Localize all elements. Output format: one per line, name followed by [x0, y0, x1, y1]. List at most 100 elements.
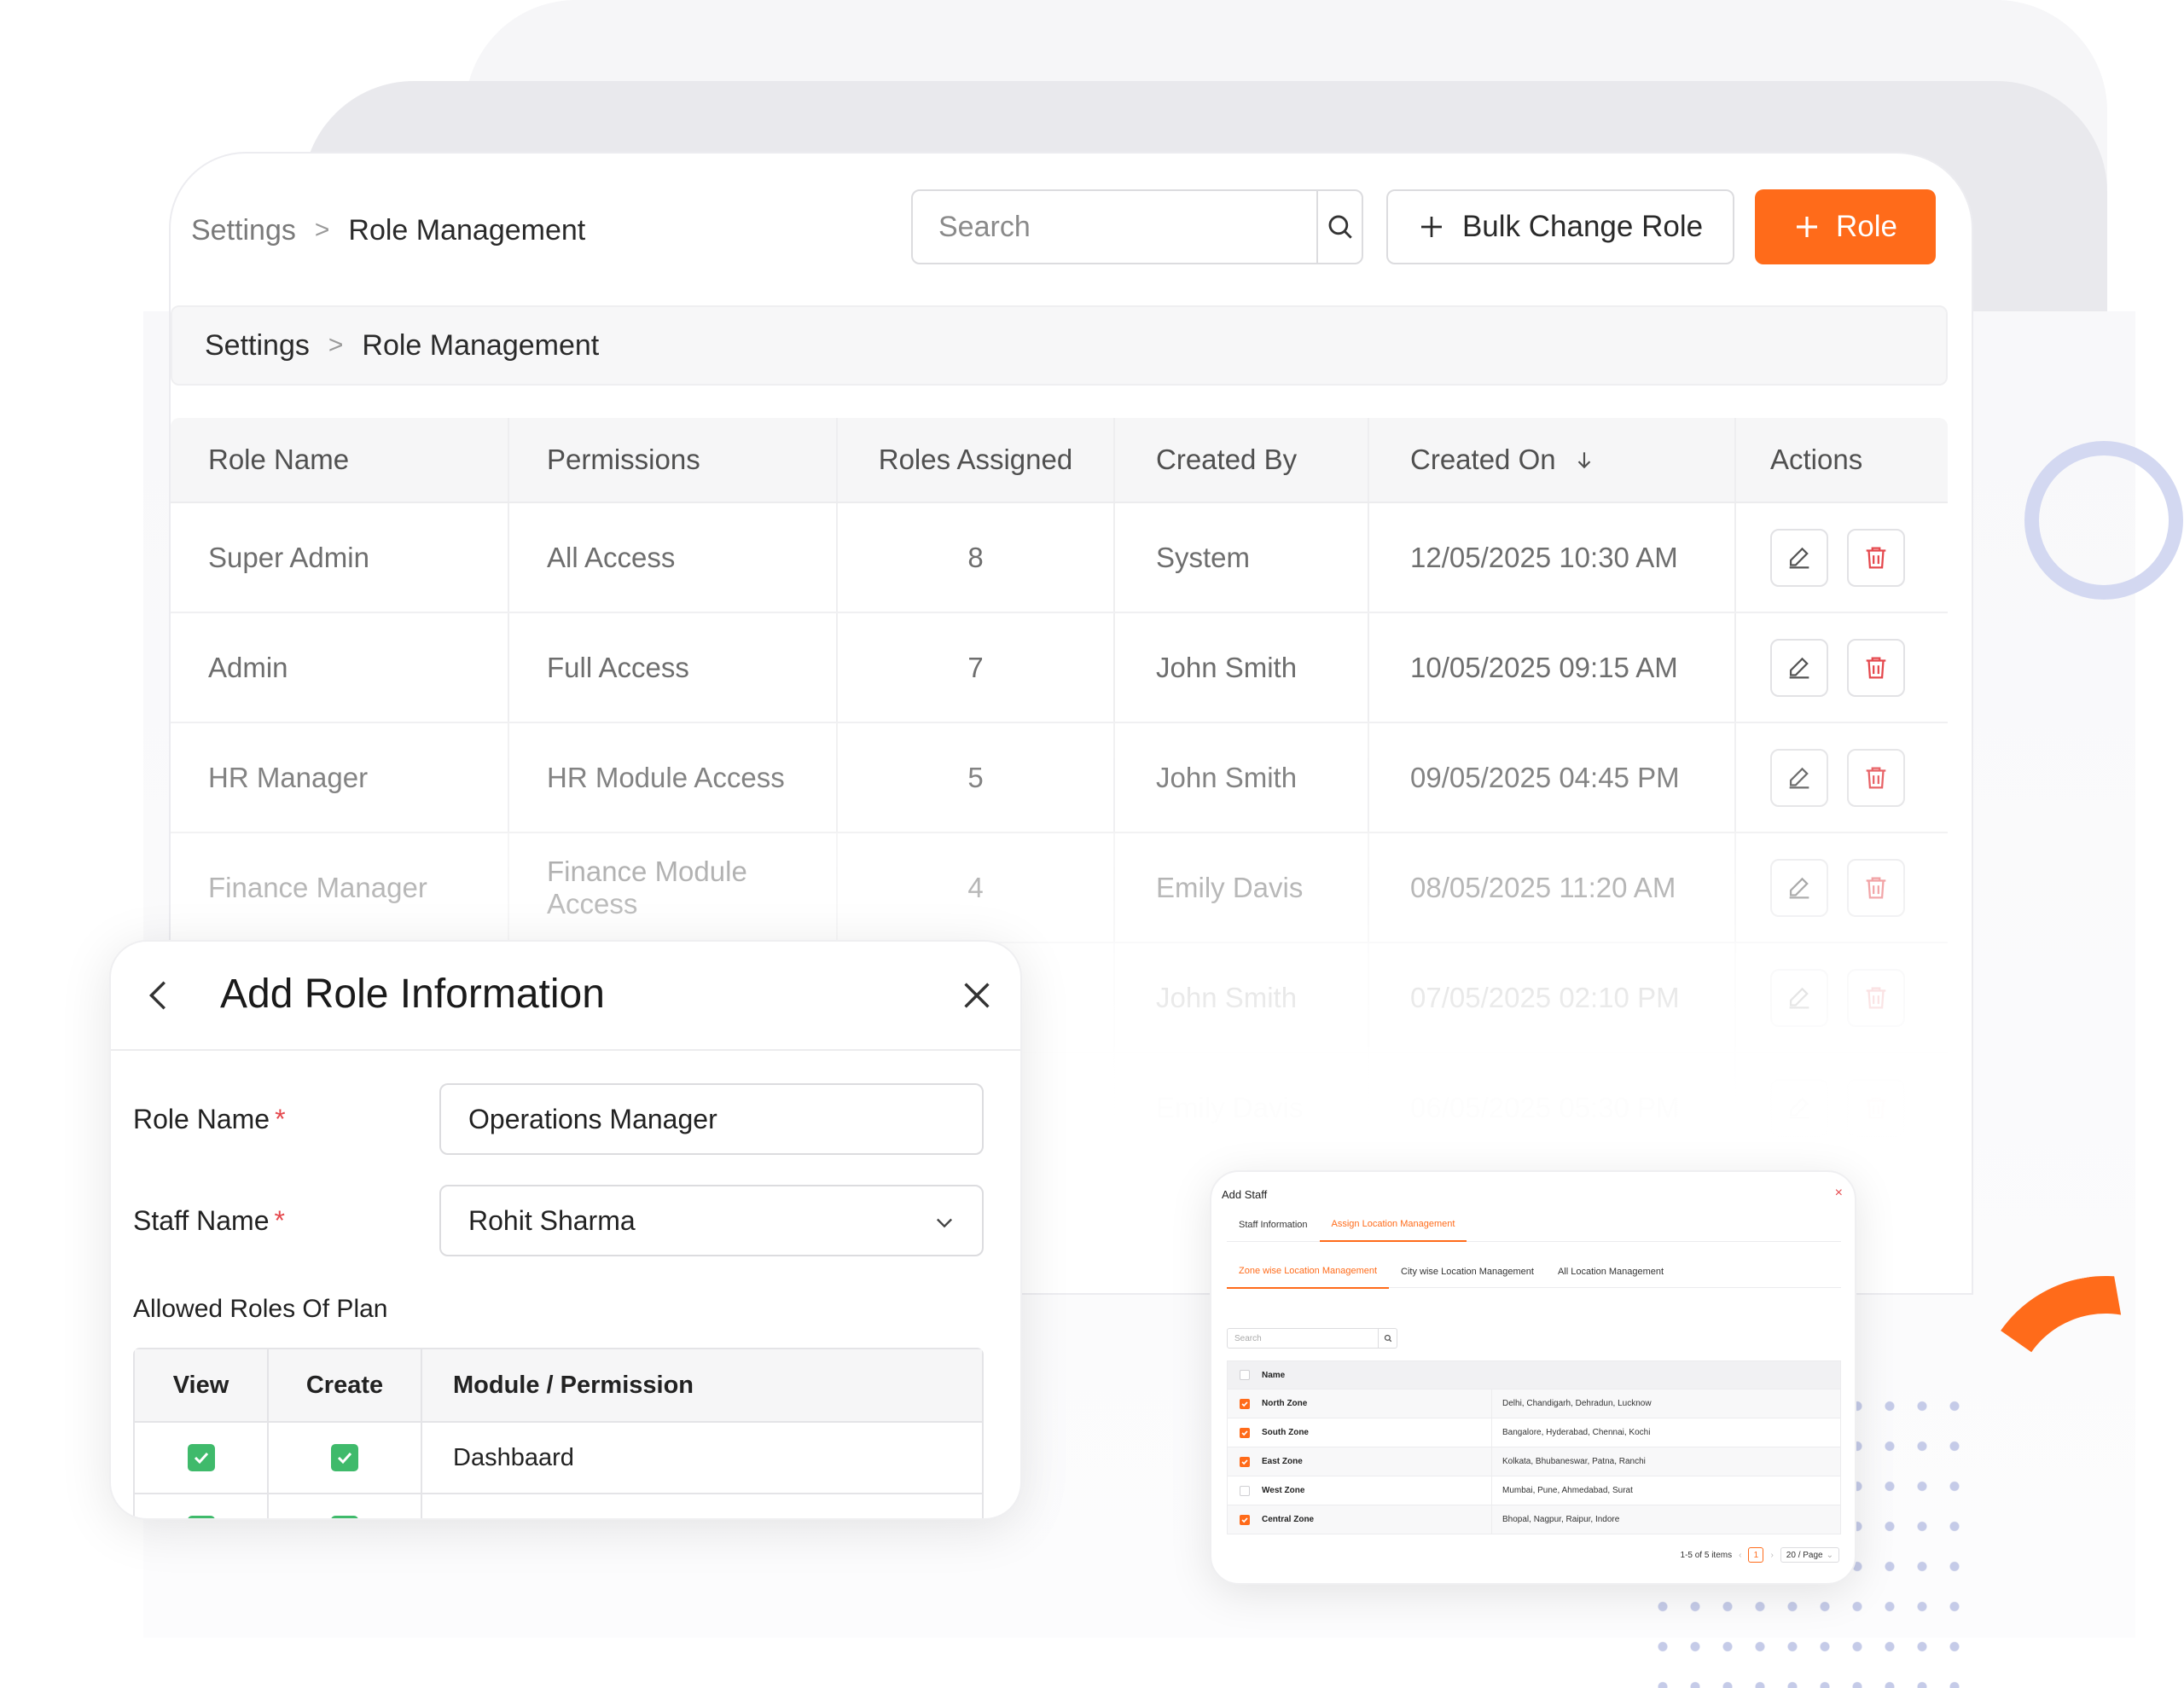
- column-view: View: [135, 1349, 269, 1421]
- search-input[interactable]: [913, 191, 1316, 263]
- create-checkbox[interactable]: [331, 1444, 358, 1471]
- zone-name: West Zone: [1262, 1476, 1492, 1505]
- table-row: HR Manager HR Module Access 5 John Smith 09/…: [171, 723, 1948, 833]
- column-actions: Actions: [1734, 418, 1948, 502]
- staff-search-box[interactable]: Search: [1227, 1328, 1397, 1349]
- table-row: Finance Manager Finance Module Access 4 Emi…: [171, 833, 1948, 943]
- breadcrumb-settings[interactable]: Settings: [191, 214, 296, 247]
- trash-icon: [1866, 547, 1886, 568]
- role-name-label: Role Name *: [133, 1083, 286, 1155]
- zone-checkbox-cell: [1228, 1514, 1262, 1525]
- zone-name: North Zone: [1262, 1389, 1492, 1418]
- created-on-cell: 07/05/2025 02:10 PM: [1368, 943, 1734, 1052]
- view-checkbox[interactable]: [187, 1516, 215, 1518]
- column-roles-assigned[interactable]: Roles Assigned: [836, 418, 1113, 502]
- pencil-icon: [1789, 877, 1809, 898]
- check-icon: [1241, 1401, 1248, 1407]
- tab-assign-location[interactable]: Assign Location Management: [1319, 1208, 1467, 1242]
- edit-button[interactable]: [1770, 1078, 1828, 1137]
- breadcrumb-settings[interactable]: Settings: [205, 329, 310, 363]
- column-created-on[interactable]: Created On: [1368, 418, 1734, 502]
- column-permissions[interactable]: Permissions: [508, 418, 836, 502]
- staff-search-button[interactable]: [1378, 1329, 1397, 1348]
- check-icon: [1241, 1459, 1248, 1465]
- zone-row: North Zone Delhi, Chandigarh, Dehradun, L…: [1228, 1389, 1840, 1418]
- edit-button[interactable]: [1770, 638, 1828, 697]
- search-box: [911, 189, 1363, 264]
- zone-name: East Zone: [1262, 1447, 1492, 1476]
- current-page[interactable]: 1: [1748, 1547, 1764, 1563]
- module-name: [422, 1494, 982, 1518]
- required-mark: *: [274, 1204, 285, 1236]
- create-checkbox[interactable]: [331, 1516, 358, 1518]
- tab-staff-information[interactable]: Staff Information: [1227, 1208, 1320, 1242]
- role-name-cell: Finance Manager: [208, 871, 427, 903]
- page-size-select[interactable]: 20 / Page ⌄: [1780, 1547, 1839, 1563]
- created-by-cell: Emily Davis: [1113, 833, 1368, 942]
- add-role-button[interactable]: Role: [1755, 189, 1936, 264]
- zone-checkbox[interactable]: [1240, 1398, 1250, 1409]
- prev-page-icon[interactable]: ‹: [1739, 1551, 1741, 1560]
- zone-checkbox[interactable]: [1240, 1427, 1250, 1438]
- close-icon: [964, 983, 990, 1008]
- zone-row: West Zone Mumbai, Pune, Ahmedabad, Surat: [1228, 1476, 1840, 1505]
- delete-button[interactable]: [1847, 528, 1905, 587]
- trash-icon: [1866, 877, 1886, 898]
- trash-icon: [1866, 657, 1886, 678]
- column-role-name[interactable]: Role Name: [171, 418, 508, 502]
- breadcrumb-separator: >: [314, 216, 330, 244]
- delete-button[interactable]: [1847, 858, 1905, 917]
- select-all-checkbox[interactable]: [1240, 1370, 1250, 1380]
- search-icon: [1328, 215, 1352, 239]
- bulk-change-role-button[interactable]: Bulk Change Role: [1386, 189, 1734, 264]
- pencil-icon: [1789, 767, 1809, 788]
- pencil-icon: [1789, 1097, 1809, 1118]
- permissions-cell: HR Module Access: [508, 723, 836, 832]
- role-name-cell: HR Manager: [208, 761, 369, 793]
- check-icon: [194, 1452, 208, 1465]
- back-button[interactable]: [140, 976, 179, 1019]
- column-name: Name: [1262, 1370, 1286, 1380]
- pencil-icon: [1789, 547, 1809, 568]
- zone-checkbox[interactable]: [1240, 1456, 1250, 1467]
- pencil-icon: [1789, 987, 1809, 1008]
- edit-button[interactable]: [1770, 858, 1828, 917]
- table-header: Role Name Permissions Roles Assigned Cre…: [171, 418, 1948, 503]
- next-page-icon[interactable]: ›: [1770, 1551, 1773, 1560]
- permission-row: Dashbaard: [135, 1423, 982, 1494]
- zone-checkbox[interactable]: [1240, 1514, 1250, 1525]
- staff-search-placeholder: Search: [1234, 1333, 1262, 1343]
- required-mark: *: [275, 1103, 286, 1134]
- view-checkbox[interactable]: [187, 1444, 215, 1471]
- close-button[interactable]: [957, 976, 996, 1019]
- breadcrumb: Settings > Role Management: [191, 214, 585, 247]
- column-created-by[interactable]: Created By: [1113, 418, 1368, 502]
- breadcrumb-current: Role Management: [348, 213, 586, 247]
- delete-button[interactable]: [1847, 968, 1905, 1027]
- edit-button[interactable]: [1770, 968, 1828, 1027]
- edit-button[interactable]: [1770, 528, 1828, 587]
- delete-button[interactable]: [1847, 638, 1905, 697]
- delete-button[interactable]: [1847, 748, 1905, 807]
- permissions-header: View Create Module / Permission: [135, 1349, 982, 1423]
- actions-cell: [1734, 833, 1948, 942]
- sort-down-icon: [1577, 452, 1590, 469]
- tab-zone-wise[interactable]: Zone wise Location Management: [1227, 1255, 1390, 1289]
- created-by-cell: John Smith: [1113, 723, 1368, 832]
- delete-button[interactable]: [1847, 1078, 1905, 1137]
- modal-header: Add Role Information: [111, 942, 1020, 1051]
- roles-assigned-cell: 5: [836, 723, 1113, 832]
- add-staff-title: Add Staff: [1222, 1188, 1268, 1201]
- staff-name-select[interactable]: Rohit Sharma: [439, 1185, 984, 1256]
- tab-all-location[interactable]: All Location Management: [1546, 1255, 1676, 1289]
- breadcrumb-current: Role Management: [362, 328, 600, 362]
- table-row: Super Admin All Access 8 System 12/05/2025 1…: [171, 503, 1948, 613]
- close-icon[interactable]: ×: [1835, 1186, 1843, 1201]
- bulk-change-role-label: Bulk Change Role: [1461, 210, 1704, 243]
- search-button[interactable]: [1316, 191, 1362, 263]
- zone-checkbox[interactable]: [1240, 1485, 1250, 1496]
- tab-city-wise[interactable]: City wise Location Management: [1389, 1255, 1546, 1289]
- chevron-left-icon: [148, 981, 166, 1010]
- role-name-input[interactable]: Operations Manager: [439, 1083, 984, 1155]
- edit-button[interactable]: [1770, 748, 1828, 807]
